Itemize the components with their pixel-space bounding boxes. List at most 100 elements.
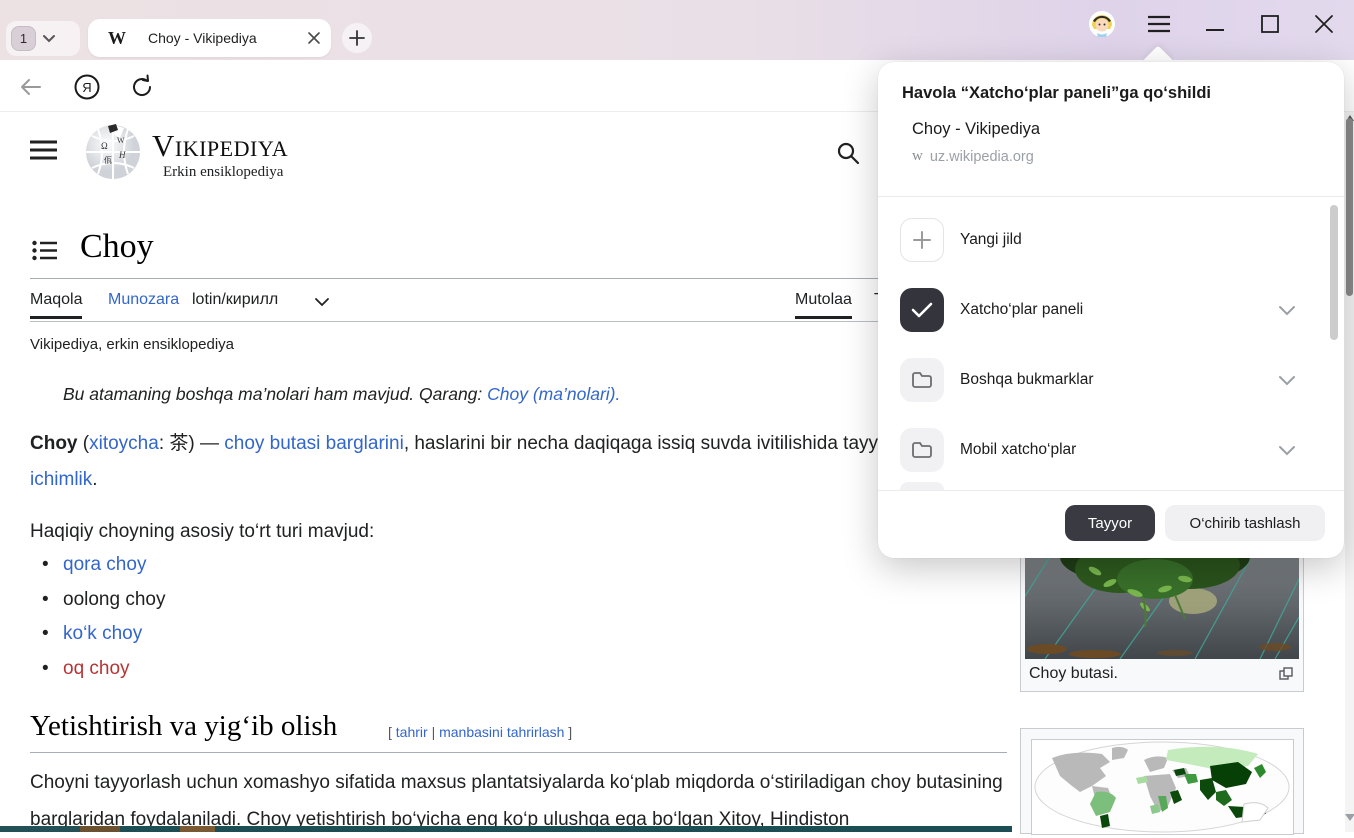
page-title: Choy [80,228,154,266]
yandex-button[interactable]: Я [73,73,101,106]
browser-tab[interactable]: W Choy - Vikipediya [88,19,331,57]
image-caption: Choy butasi. [1029,665,1118,683]
check-icon [900,288,944,332]
new-tab-button[interactable] [342,23,372,53]
popup-title: Havola “Xatcho‘plar paneli”ga qo‘shildi [902,84,1211,103]
tea-production-map[interactable] [1031,739,1294,835]
divider [30,752,1007,753]
bookmark-domain-row: w uz.wikipedia.org [912,148,1034,165]
folder-option-mobile-bookmarks[interactable]: Mobil xatcho‘plar [878,415,1318,485]
back-button[interactable] [18,76,44,103]
folder-option-other-bookmarks[interactable]: Boshqa bukmarklar [878,345,1318,415]
svg-text:Ω: Ω [101,141,108,151]
thumbnail-card-tea-bush: Choy butasi. [1020,544,1304,692]
divider [878,490,1344,491]
tea-bush-image[interactable] [1025,549,1299,659]
link-kok-choy[interactable]: ko‘k choy [63,623,142,645]
tab-count-badge[interactable]: 1 [11,26,36,51]
browser-menu-button[interactable] [1145,10,1173,38]
thumbnail-card-map [1020,728,1304,834]
wiki-toc-button[interactable] [32,240,57,266]
chevron-down-icon[interactable] [36,21,62,56]
scroll-down-arrow[interactable] [1345,814,1354,821]
list-item: •ko‘k choy [42,623,165,658]
hamburger-icon [1147,14,1171,34]
hatnote: Bu atamaning boshqa ma’nolari ham mavjud… [63,384,620,405]
svg-text:W: W [117,136,125,145]
chevron-down-icon[interactable] [1278,374,1296,386]
remove-bookmark-button[interactable]: O‘chirib tashlash [1165,505,1325,541]
folder-option-bookmarks-bar[interactable]: Xatcho‘plar paneli [878,275,1318,345]
wikipedia-favicon: w [912,148,923,165]
hatnote-link[interactable]: Choy (ma’nolari). [487,384,620,404]
svg-text:Я: Я [82,80,91,95]
popup-scrollbar-thumb[interactable] [1330,205,1338,340]
folder-icon [900,428,944,472]
expand-icon[interactable] [1279,667,1293,680]
refresh-button[interactable] [128,73,156,106]
tab-group-button[interactable]: 1 [6,21,80,56]
folder-option-new[interactable]: Yangi jild [878,205,1318,275]
tab-title: Choy - Vikipediya [148,30,297,46]
bookmark-domain: uz.wikipedia.org [930,149,1034,165]
folder-option-label: Boshqa bukmarklar [960,371,1278,389]
arrow-left-icon [18,76,44,98]
chevron-down-icon[interactable] [1278,444,1296,456]
chevron-down-icon[interactable] [1278,304,1296,316]
tab-munozara[interactable]: Munozara [108,291,179,309]
tab-close-icon[interactable] [297,19,331,57]
search-icon [836,141,860,165]
wikipedia-favicon: W [108,28,126,49]
yandex-icon: Я [73,73,101,101]
link-choy-butasi[interactable]: choy butasi barglarini [224,433,404,454]
link-ichimlik[interactable]: ichimlik [30,469,92,490]
profile-avatar-icon [1088,10,1116,38]
wiki-tagline-logo: Erkin ensiklopediya [163,164,283,181]
hamburger-icon [30,140,57,161]
tea-types-list: •qora choy •oolong choy •ko‘k choy •oq c… [42,554,165,692]
maximize-button[interactable] [1256,10,1284,38]
text-oolong-choy: oolong choy [63,589,165,611]
link-qora-choy[interactable]: qora choy [63,554,146,576]
wiki-search-button[interactable] [836,141,860,170]
wiki-wordmark[interactable]: Vikipediya [152,128,288,164]
partial-folder-icon [900,482,944,490]
bookmark-title: Choy - Vikipediya [912,120,1040,139]
svg-text:佤: 佤 [104,155,112,165]
partial-image-edge [0,826,1012,832]
refresh-icon [128,73,156,101]
wiki-main-menu-button[interactable] [30,140,57,166]
section-edit-links: [ tahrir | manbasini tahrirlash ] [388,724,572,740]
done-button[interactable]: Tayyor [1065,505,1155,541]
close-button[interactable] [1310,10,1338,38]
tab-mutolaa[interactable]: Mutolaa [795,291,852,319]
scrollbar-thumb[interactable] [1346,118,1353,296]
toc-list-icon [32,240,57,261]
section-heading: Yetishtirish va yig‘ib olish [30,710,337,743]
edit-source-link[interactable]: manbasini tahrirlash [439,724,564,740]
svg-text:H: H [118,150,126,160]
chevron-down-icon[interactable] [313,296,331,308]
new-folder-icon [900,218,944,262]
wikipedia-logo[interactable]: Ω W H 佤 [84,122,142,180]
popup-scrollbar[interactable] [1330,205,1338,490]
plus-icon [348,29,366,47]
list-item: •qora choy [42,554,165,589]
folder-option-label: Yangi jild [960,231,1318,249]
close-icon [1313,13,1335,35]
avatar[interactable] [1088,10,1116,38]
minimize-button[interactable] [1201,10,1229,38]
world-map-image [1032,740,1293,834]
folder-icon [900,358,944,402]
list-item: •oolong choy [42,589,165,624]
tab-variant[interactable]: lotin/кирилл [192,291,278,309]
edit-link[interactable]: tahrir [396,724,428,740]
redlink-oq-choy[interactable]: oq choy [63,658,130,680]
tab-maqola[interactable]: Maqola [30,291,82,319]
bookmark-popup: Havola “Xatcho‘plar paneli”ga qo‘shildi … [878,62,1344,558]
link-xitoycha[interactable]: xitoycha [89,433,159,454]
folder-option-label: Mobil xatcho‘plar [960,441,1278,459]
list-item: •oq choy [42,658,165,693]
folder-option-label: Xatcho‘plar paneli [960,301,1278,319]
divider [878,196,1344,197]
